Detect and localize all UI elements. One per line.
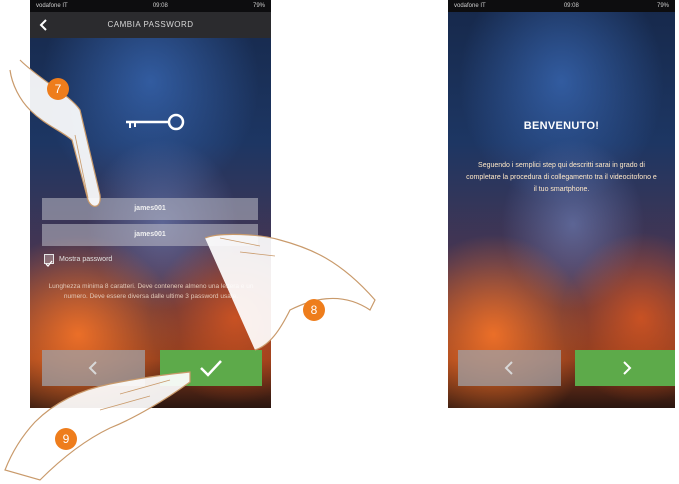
carrier-label: vodafone IT bbox=[36, 3, 68, 9]
status-bar: vodafone IT 09:08 79% bbox=[30, 0, 271, 12]
checkmark-icon bbox=[200, 360, 222, 377]
show-password-checkbox[interactable] bbox=[44, 254, 54, 267]
page-title: CAMBIA PASSWORD bbox=[107, 20, 194, 29]
previous-button[interactable] bbox=[458, 350, 561, 386]
welcome-screen: vodafone IT 09:08 79% BENVENUTO! Seguend… bbox=[448, 0, 675, 408]
carrier-label: vodafone IT bbox=[454, 3, 486, 9]
next-button[interactable] bbox=[575, 350, 675, 386]
hand-pointing-icon bbox=[9, 59, 101, 207]
battery-label: 79% bbox=[656, 3, 669, 9]
chevron-left-icon[interactable] bbox=[36, 17, 52, 33]
step-badge-9: 9 bbox=[55, 428, 77, 450]
show-password-label: Mostra password bbox=[59, 255, 113, 263]
battery-label: 79% bbox=[252, 3, 265, 9]
chevron-right-icon bbox=[623, 361, 632, 375]
clock-label: 09:08 bbox=[563, 3, 579, 9]
hand-pointing-icon bbox=[4, 371, 191, 481]
title-bar: CAMBIA PASSWORD bbox=[30, 12, 271, 38]
status-bar: vodafone IT 09:08 79% bbox=[448, 0, 675, 12]
step-badge-7: 7 bbox=[47, 78, 69, 100]
checkmark-icon bbox=[45, 260, 53, 267]
clock-label: 09:08 bbox=[152, 3, 168, 9]
welcome-text: Seguendo i semplici step qui descritti s… bbox=[466, 162, 657, 193]
show-password-row[interactable]: Mostra password bbox=[44, 254, 113, 267]
step-badge-8: 8 bbox=[303, 299, 325, 321]
hand-pointing-icon bbox=[204, 233, 376, 351]
welcome-title: BENVENUTO! bbox=[523, 120, 600, 132]
chevron-left-icon bbox=[504, 361, 513, 375]
